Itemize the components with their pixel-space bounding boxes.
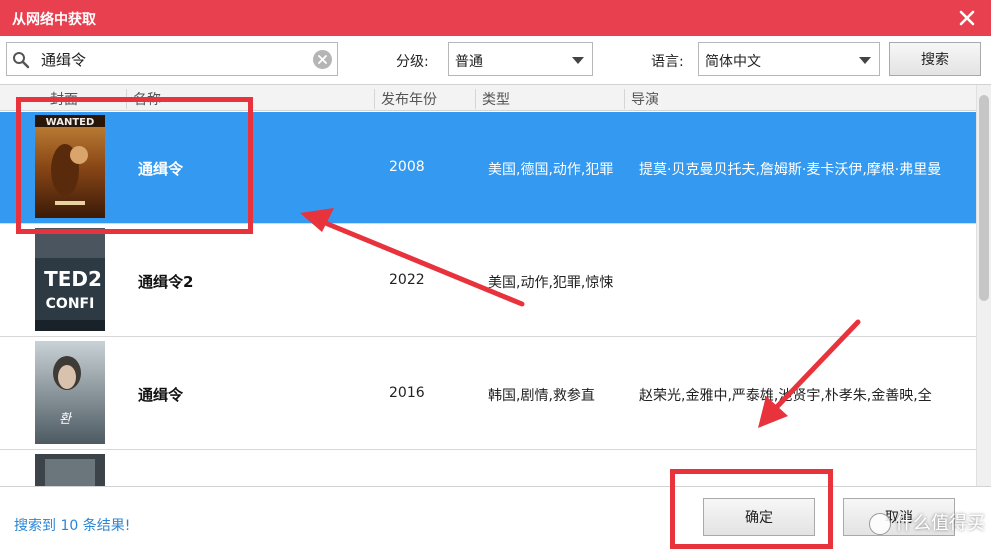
- table-row[interactable]: TED2 CONFI 通缉令2 2022 美国,动作,犯罪,惊悚: [0, 225, 976, 337]
- movie-poster: WANTED: [35, 115, 105, 218]
- movie-type: 美国,德国,动作,犯罪: [488, 162, 614, 178]
- confirm-button[interactable]: 确定: [703, 498, 815, 536]
- table-row[interactable]: [0, 451, 976, 486]
- movie-director: 提莫·贝克曼贝托夫,詹姆斯·麦卡沃伊,摩根·弗里曼: [639, 162, 942, 178]
- language-label: 语言:: [651, 54, 684, 70]
- toolbar: 分级: 普通 语言: 简体中文 搜索: [0, 36, 991, 84]
- movie-type: 美国,动作,犯罪,惊悚: [488, 275, 614, 291]
- svg-text:CONFI: CONFI: [46, 296, 95, 312]
- movie-title: 通缉令: [138, 386, 184, 404]
- results-status: 搜索到 10 条结果!: [14, 518, 131, 534]
- footer: 搜索到 10 条结果! 确定 取消 什么值得买: [0, 486, 991, 549]
- table-row[interactable]: WANTED 通缉令 2008 美国,德国,动作,犯罪 提莫·贝克曼贝托夫,詹姆…: [0, 112, 976, 224]
- close-icon[interactable]: [955, 6, 979, 30]
- search-icon: [12, 51, 30, 69]
- column-header-name[interactable]: 名称: [126, 89, 161, 109]
- column-header-type[interactable]: 类型: [475, 89, 510, 109]
- vertical-scrollbar[interactable]: [976, 85, 991, 486]
- movie-title: 通缉令2: [138, 273, 194, 291]
- svg-text:WANTED: WANTED: [46, 117, 95, 128]
- movie-poster: [35, 454, 105, 486]
- column-header-director[interactable]: 导演: [624, 89, 659, 109]
- watermark-logo-icon: [869, 513, 891, 535]
- results-table: 封面 名称 发布年份 类型 导演 WANTED 通缉令 2008 美国,德国,动…: [0, 84, 991, 486]
- column-header-cover[interactable]: 封面: [44, 89, 78, 109]
- watermark: 什么值得买: [869, 509, 985, 535]
- movie-year: 2008: [389, 159, 425, 175]
- search-input[interactable]: [41, 47, 301, 71]
- movie-poster: 환: [35, 341, 105, 444]
- column-header-year[interactable]: 发布年份: [374, 89, 437, 109]
- rating-value: 普通: [455, 54, 483, 70]
- movie-type: 韩国,剧情,救参直: [488, 388, 595, 404]
- movie-poster: TED2 CONFI: [35, 228, 105, 331]
- svg-text:환: 환: [59, 412, 73, 427]
- watermark-text: 什么值得买: [895, 513, 985, 534]
- language-select[interactable]: 简体中文: [698, 42, 880, 76]
- movie-year: 2022: [389, 272, 425, 288]
- chevron-down-icon: [572, 57, 584, 64]
- rating-label: 分级:: [396, 54, 429, 70]
- scrollbar-thumb[interactable]: [979, 95, 989, 301]
- svg-text:TED2: TED2: [44, 267, 102, 291]
- table-header: 封面 名称 发布年份 类型 导演: [0, 85, 976, 111]
- language-value: 简体中文: [705, 54, 761, 70]
- chevron-down-icon: [859, 57, 871, 64]
- movie-director: 赵荣光,金雅中,严泰雄,池贤宇,朴孝朱,金善映,全: [639, 388, 932, 404]
- window-title: 从网络中获取: [12, 12, 96, 28]
- movie-year: 2016: [389, 385, 425, 401]
- search-field[interactable]: [6, 42, 338, 76]
- table-row[interactable]: 환 通缉令 2016 韩国,剧情,救参直 赵荣光,金雅中,严泰雄,池贤宇,朴孝朱…: [0, 338, 976, 450]
- clear-icon[interactable]: [313, 50, 332, 69]
- title-bar: 从网络中获取: [0, 0, 991, 36]
- search-button[interactable]: 搜索: [889, 42, 981, 76]
- rating-select[interactable]: 普通: [448, 42, 593, 76]
- movie-title: 通缉令: [138, 160, 184, 178]
